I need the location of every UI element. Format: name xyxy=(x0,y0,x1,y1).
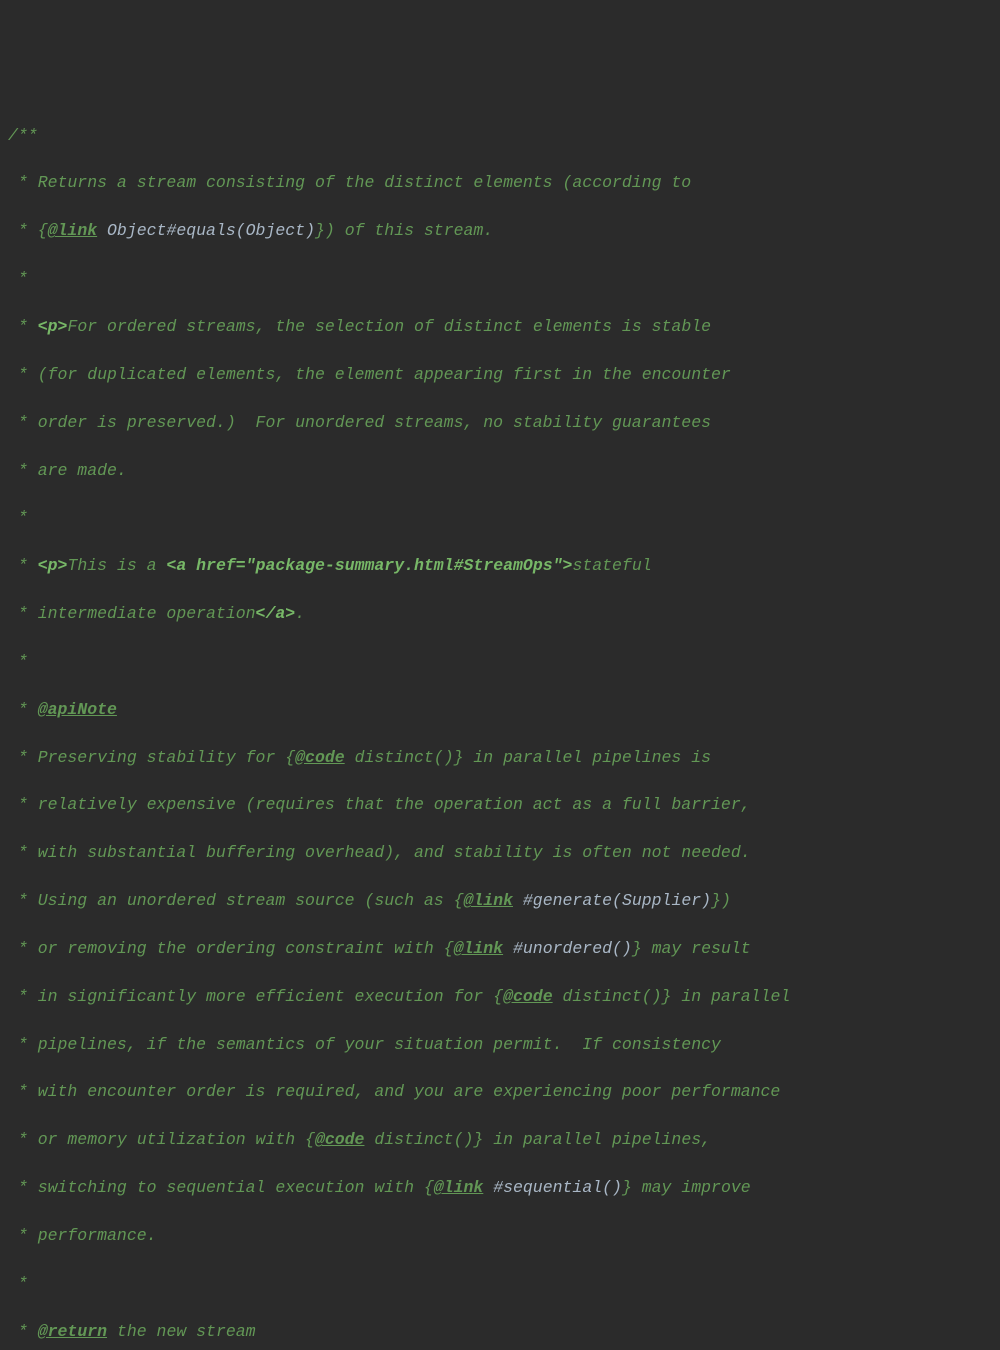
javadoc-ref: Object#equals( xyxy=(107,221,246,240)
javadoc-text: * xyxy=(8,269,28,288)
javadoc-text: distinct()} in parallel pipelines, xyxy=(364,1130,711,1149)
javadoc-tag-link: @link xyxy=(463,891,513,910)
javadoc-ref: #sequential() xyxy=(493,1178,622,1197)
code-editor[interactable]: /** * Returns a stream consisting of the… xyxy=(8,100,1000,1350)
javadoc-text: * xyxy=(8,317,38,336)
javadoc-text: * in significantly more efficient execut… xyxy=(8,987,503,1006)
javadoc-text: For ordered streams, the selection of di… xyxy=(67,317,711,336)
javadoc-text: distinct()} in parallel pipelines is xyxy=(345,748,711,767)
javadoc-text: * xyxy=(8,700,38,719)
javadoc-tag-code: @code xyxy=(503,987,553,1006)
javadoc-tag-link: @link xyxy=(454,939,504,958)
javadoc-text: } may result xyxy=(632,939,751,958)
javadoc-ref: ) xyxy=(701,891,711,910)
javadoc-text: * xyxy=(8,1322,38,1341)
javadoc-tag-return: @return xyxy=(38,1322,107,1341)
javadoc-text: * Preserving stability for { xyxy=(8,748,295,767)
javadoc-text: stateful xyxy=(572,556,651,575)
javadoc-text: } may improve xyxy=(622,1178,751,1197)
javadoc-text: * or memory utilization with { xyxy=(8,1130,315,1149)
javadoc-ref-param: Supplier xyxy=(622,891,701,910)
javadoc-text: * xyxy=(8,508,28,527)
javadoc-text: * or removing the ordering constraint wi… xyxy=(8,939,454,958)
javadoc-tag-link: @link xyxy=(48,221,98,240)
javadoc-html-a-open: <a href="package-summary.html#StreamOps"… xyxy=(166,556,572,575)
javadoc-text: * switching to sequential execution with… xyxy=(8,1178,434,1197)
javadoc-text: * xyxy=(8,1274,28,1293)
space xyxy=(503,939,513,958)
space xyxy=(97,221,107,240)
javadoc-tag-apinote: @apiNote xyxy=(38,700,117,719)
javadoc-open: /** xyxy=(8,126,38,145)
javadoc-text: * intermediate operation xyxy=(8,604,256,623)
javadoc-text: * with substantial buffering overhead), … xyxy=(8,843,751,862)
space xyxy=(483,1178,493,1197)
javadoc-text: * order is preserved.) For unordered str… xyxy=(8,413,711,432)
javadoc-tag-link: @link xyxy=(434,1178,484,1197)
javadoc-text: * { xyxy=(8,221,48,240)
javadoc-text: . xyxy=(295,604,305,623)
javadoc-html-p: <p> xyxy=(38,556,68,575)
javadoc-text: * Using an unordered stream source (such… xyxy=(8,891,463,910)
space xyxy=(513,891,523,910)
javadoc-ref: ) xyxy=(305,221,315,240)
javadoc-ref: #unordered() xyxy=(513,939,632,958)
javadoc-text: * pipelines, if the semantics of your si… xyxy=(8,1035,721,1054)
javadoc-text: This is a xyxy=(67,556,166,575)
javadoc-text: * are made. xyxy=(8,461,127,480)
javadoc-html-p: <p> xyxy=(38,317,68,336)
javadoc-tag-code: @code xyxy=(315,1130,365,1149)
javadoc-text: * xyxy=(8,556,38,575)
javadoc-text: the new stream xyxy=(107,1322,256,1341)
javadoc-ref: #generate( xyxy=(523,891,622,910)
javadoc-text: * xyxy=(8,652,28,671)
javadoc-text: }) xyxy=(711,891,731,910)
javadoc-text: distinct()} in parallel xyxy=(553,987,791,1006)
javadoc-ref-param: Object xyxy=(246,221,305,240)
javadoc-tag-code: @code xyxy=(295,748,345,767)
javadoc-text: * with encounter order is required, and … xyxy=(8,1082,780,1101)
javadoc-text: * Returns a stream consisting of the dis… xyxy=(8,173,691,192)
javadoc-text: * (for duplicated elements, the element … xyxy=(8,365,731,384)
javadoc-html-a-close: </a> xyxy=(256,604,296,623)
javadoc-text: }) of this stream. xyxy=(315,221,493,240)
javadoc-text: * relatively expensive (requires that th… xyxy=(8,795,751,814)
javadoc-text: * performance. xyxy=(8,1226,157,1245)
